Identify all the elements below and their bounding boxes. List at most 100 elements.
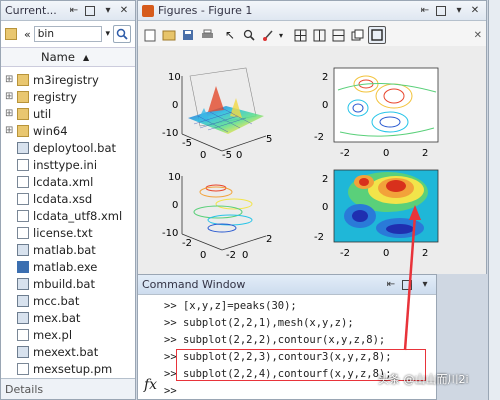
folder-icon bbox=[17, 124, 29, 137]
path-field[interactable]: bin bbox=[33, 26, 103, 42]
file-list-item[interactable]: license.txt bbox=[1, 224, 135, 241]
brush-dropdown-icon[interactable]: ▾ bbox=[279, 31, 283, 40]
file-icon bbox=[17, 192, 29, 205]
mesh-x-tick: -5 bbox=[182, 138, 192, 149]
file-name: license.txt bbox=[33, 225, 93, 240]
file-icon bbox=[17, 141, 29, 154]
file-list-item[interactable]: mexsetup.pm bbox=[1, 360, 135, 377]
file-icon bbox=[17, 277, 29, 290]
minimize-icon[interactable]: ▾ bbox=[101, 4, 115, 18]
maximize-icon[interactable] bbox=[436, 5, 446, 16]
watermark: 头条 @山山而川2i bbox=[378, 373, 469, 386]
file-icon bbox=[17, 345, 29, 358]
details-label: Details bbox=[5, 382, 44, 396]
contourf-x-tick: 0 bbox=[383, 248, 389, 259]
file-list-item[interactable]: lcdata.xsd bbox=[1, 190, 135, 207]
mesh-y-tick: 0 bbox=[236, 150, 242, 161]
file-name: registry bbox=[33, 89, 78, 104]
file-icon bbox=[17, 175, 29, 188]
subplot-mesh[interactable]: 10 0 -10 5 -5 0 -5 0 bbox=[162, 67, 272, 161]
expand-icon[interactable]: ⊞ bbox=[5, 108, 15, 119]
zoom-icon[interactable] bbox=[241, 27, 257, 43]
contour-y-tick: 0 bbox=[322, 100, 328, 111]
expand-icon[interactable]: ⊞ bbox=[5, 74, 15, 85]
folder-icon bbox=[5, 28, 17, 40]
maximize-figure-icon[interactable] bbox=[368, 26, 387, 44]
file-list-item[interactable]: mex.pl bbox=[1, 326, 135, 343]
minimize-icon[interactable]: ▾ bbox=[452, 4, 466, 18]
contour3-z-tick: 10 bbox=[168, 172, 181, 183]
close-icon[interactable]: ✕ bbox=[117, 4, 131, 18]
file-list-item[interactable]: ⊞ registry bbox=[1, 88, 135, 105]
file-list: ⊞ m3iregistry ⊞ registry ⊞ util ⊞ win64 deployto… bbox=[1, 71, 135, 377]
file-list-item[interactable]: mex.bat bbox=[1, 309, 135, 326]
subplot-contour3[interactable]: 10 0 -10 2 -2 0 -2 0 bbox=[162, 172, 272, 261]
column-header[interactable]: Name ▲ bbox=[1, 47, 135, 67]
figure-canvas: 10 0 -10 5 -5 0 -5 0 2 0 -2 -2 0 2 10 0 … bbox=[138, 46, 486, 274]
file-icon bbox=[17, 294, 29, 307]
contour-y-tick: 2 bbox=[322, 72, 328, 83]
file-name: deploytool.bat bbox=[33, 140, 116, 155]
subplot-contourf[interactable]: 2 0 -2 -2 0 2 bbox=[314, 169, 439, 259]
current-folder-panel: Current... ⇤ ▾ ✕ « bin ▾ Name ▲ ⊞ m3iregi… bbox=[0, 0, 136, 400]
right-edge-panel bbox=[488, 0, 500, 400]
contourf-y-tick: 0 bbox=[322, 202, 328, 213]
open-file-icon[interactable] bbox=[161, 27, 177, 43]
file-icon bbox=[17, 311, 29, 324]
command-line: >> subplot(2,2,2),contour(x,y,z,8); bbox=[164, 333, 386, 346]
figures-title: Figures - Figure 1 bbox=[158, 4, 253, 17]
expand-icon[interactable]: ⊞ bbox=[5, 91, 15, 102]
subplot-contour[interactable]: 2 0 -2 -2 0 2 bbox=[314, 67, 439, 159]
contour3-x-tick: -2 bbox=[182, 238, 192, 249]
tile-rows-icon[interactable] bbox=[330, 27, 346, 43]
file-name: mcc.bat bbox=[33, 293, 80, 308]
search-icon[interactable] bbox=[113, 25, 131, 43]
save-icon[interactable] bbox=[180, 27, 196, 43]
mesh-z-tick: -10 bbox=[162, 128, 178, 139]
tile-grid-icon[interactable] bbox=[292, 27, 308, 43]
tile-columns-icon[interactable] bbox=[311, 27, 327, 43]
maximize-icon[interactable] bbox=[402, 279, 412, 290]
file-list-item[interactable]: ⊞ win64 bbox=[1, 122, 135, 139]
toolbar-close-icon[interactable]: ✕ bbox=[474, 30, 482, 41]
file-icon bbox=[17, 226, 29, 239]
pin-icon[interactable]: ⇤ bbox=[384, 278, 398, 292]
expand-icon[interactable]: ⊞ bbox=[5, 125, 15, 136]
back-icon[interactable]: « bbox=[24, 28, 31, 41]
file-list-item[interactable]: lcdata_utf8.xml bbox=[1, 207, 135, 224]
float-icon[interactable] bbox=[349, 27, 365, 43]
file-list-item[interactable]: ⊞ util bbox=[1, 105, 135, 122]
file-list-item[interactable]: insttype.ini bbox=[1, 156, 135, 173]
file-name: mexsetup.pm bbox=[33, 361, 113, 376]
file-list-item[interactable]: matlab.bat bbox=[1, 241, 135, 258]
mesh-z-tick: 10 bbox=[168, 72, 181, 83]
file-list-item[interactable]: deploytool.bat bbox=[1, 139, 135, 156]
folder-icon bbox=[17, 73, 29, 86]
new-figure-icon[interactable] bbox=[142, 27, 158, 43]
file-list-item[interactable]: mexext.bat bbox=[1, 343, 135, 360]
folder-icon bbox=[17, 90, 29, 103]
maximize-icon[interactable] bbox=[85, 5, 95, 16]
file-list-item[interactable]: matlab.exe bbox=[1, 258, 135, 275]
fx-icon[interactable]: fx bbox=[144, 377, 157, 393]
file-list-item[interactable]: lcdata.xml bbox=[1, 173, 135, 190]
print-icon[interactable] bbox=[199, 27, 215, 43]
current-folder-title: Current... bbox=[5, 4, 57, 17]
file-name: m3iregistry bbox=[33, 72, 99, 87]
close-icon[interactable]: ✕ bbox=[468, 4, 482, 18]
dropdown-icon[interactable]: ▾ bbox=[105, 29, 110, 39]
pointer-icon[interactable]: ↖ bbox=[222, 27, 238, 43]
file-list-item[interactable]: mcc.bat bbox=[1, 292, 135, 309]
contour3-y-tick: -2 bbox=[226, 250, 236, 261]
contourf-x-tick: 2 bbox=[422, 248, 428, 259]
current-folder-titlebar: Current... ⇤ ▾ ✕ bbox=[1, 1, 135, 21]
file-list-item[interactable]: ⊞ m3iregistry bbox=[1, 71, 135, 88]
file-name: mexext.bat bbox=[33, 344, 99, 359]
file-list-item[interactable]: mbuild.bat bbox=[1, 275, 135, 292]
pin-icon[interactable]: ⇤ bbox=[418, 4, 432, 18]
contour3-y-tick: 2 bbox=[266, 234, 272, 245]
minimize-icon[interactable]: ▾ bbox=[418, 278, 432, 292]
brush-icon[interactable] bbox=[260, 27, 276, 43]
pin-icon[interactable]: ⇤ bbox=[67, 4, 81, 18]
details-bar[interactable]: Details bbox=[1, 378, 135, 399]
